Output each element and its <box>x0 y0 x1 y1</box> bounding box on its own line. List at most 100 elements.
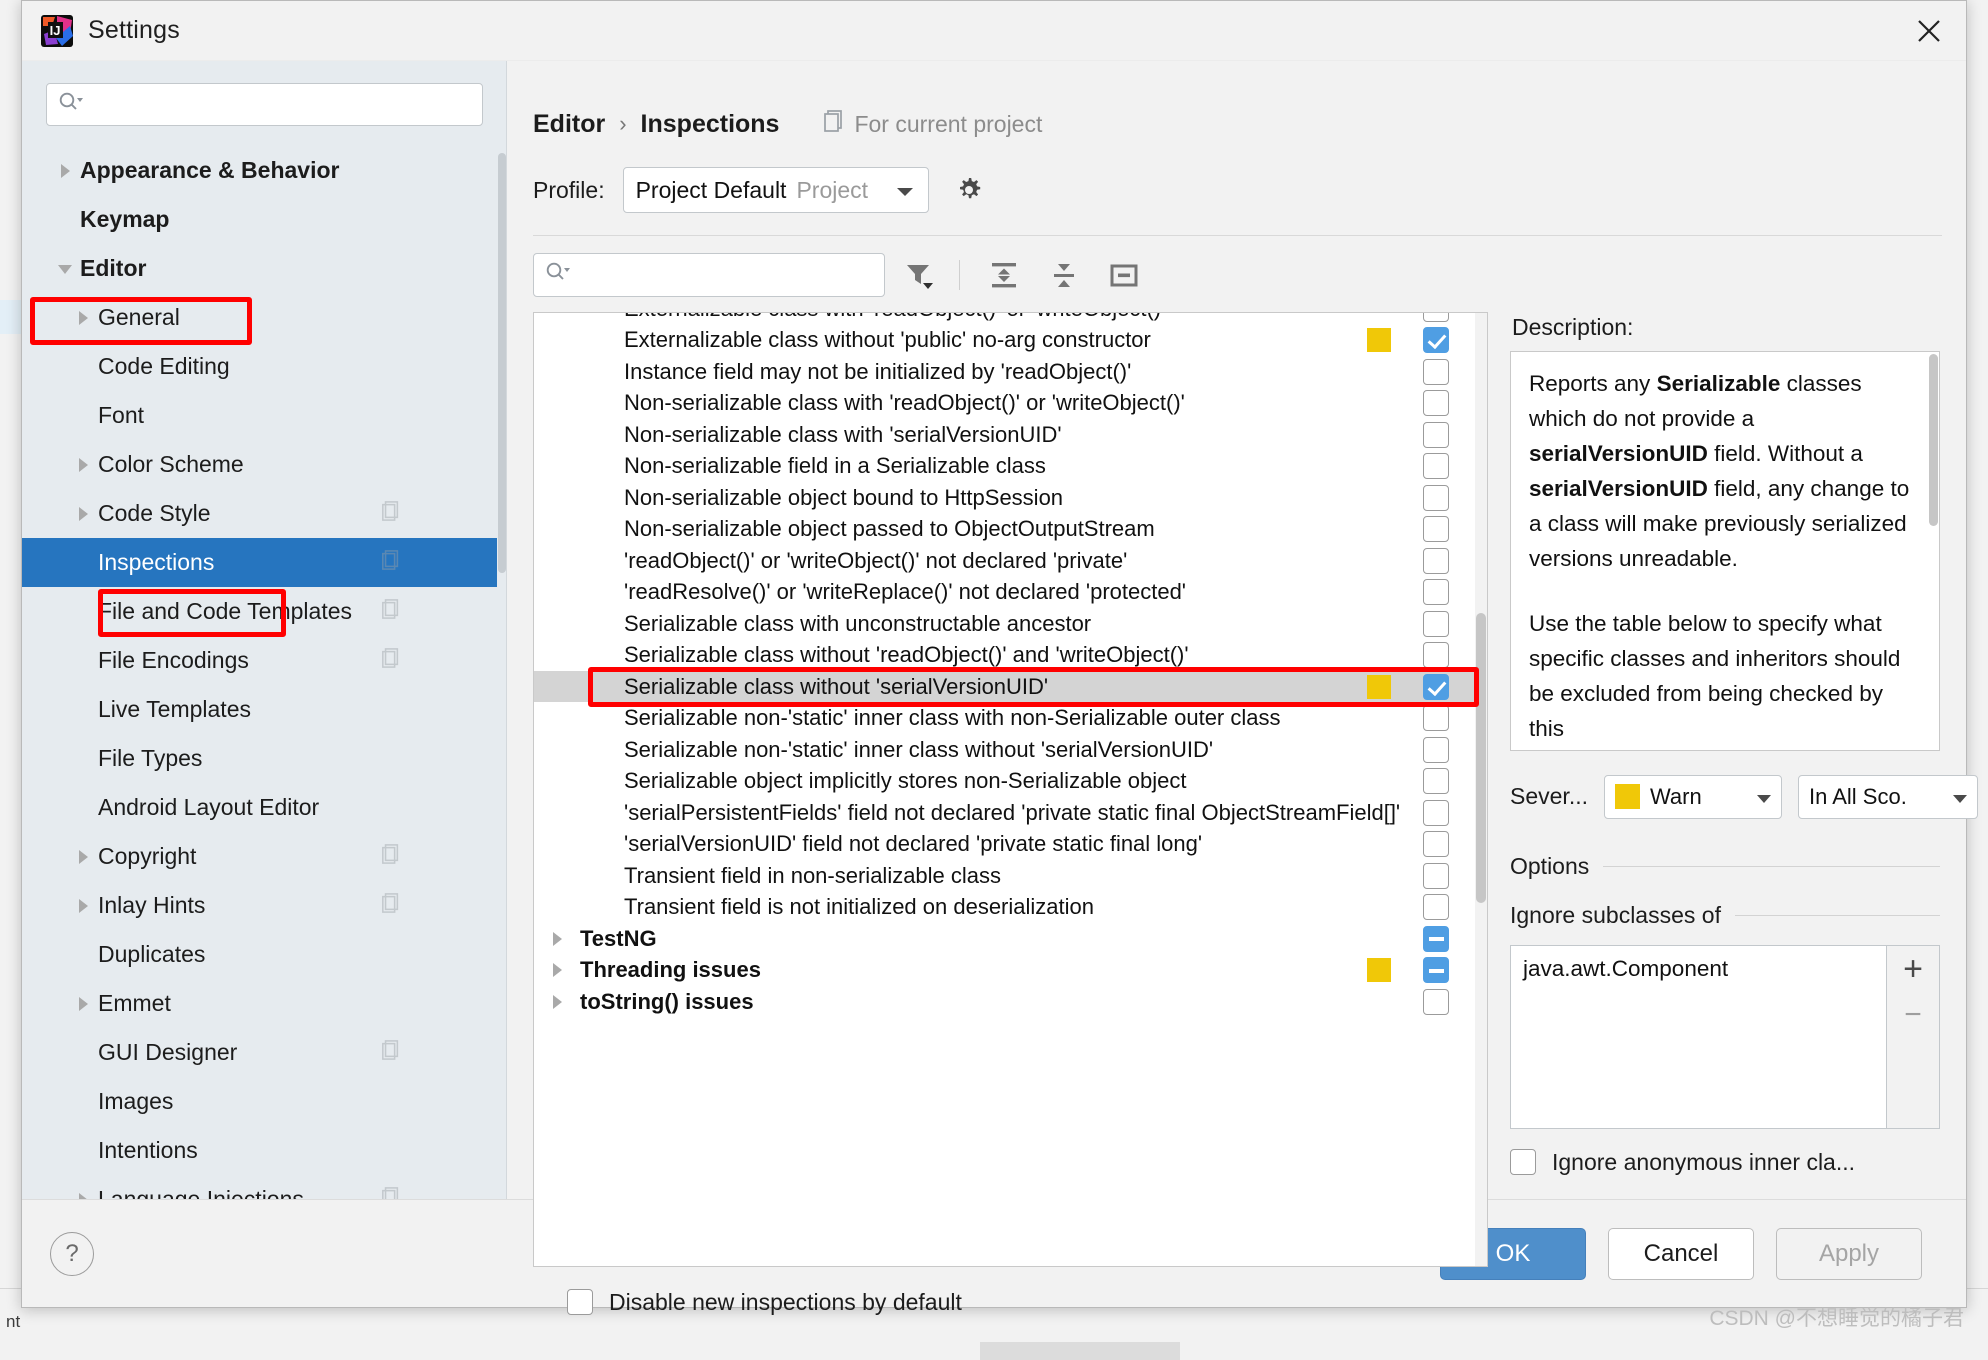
cancel-button[interactable]: Cancel <box>1608 1227 1754 1280</box>
inspection-checkbox[interactable] <box>1423 312 1449 322</box>
table-row[interactable]: 'readObject()' or 'writeObject()' not de… <box>534 545 1487 577</box>
inspections-search-input[interactable] <box>533 252 885 297</box>
sidebar-item-live-templates[interactable]: Live Templates <box>22 685 507 734</box>
table-row[interactable]: Threading issues <box>534 954 1487 986</box>
severity-select[interactable]: Warn <box>1603 774 1782 819</box>
list-scrollbar-track[interactable] <box>1475 312 1487 1266</box>
sidebar-item-duplicates[interactable]: Duplicates <box>22 930 507 979</box>
chevron-right-icon[interactable] <box>68 504 98 524</box>
sidebar-item-language-injections[interactable]: Language Injections <box>22 1175 507 1199</box>
chevron-right-icon[interactable] <box>68 455 98 475</box>
sidebar-item-editor[interactable]: Editor <box>22 244 507 293</box>
remove-button[interactable]: − <box>1904 999 1922 1029</box>
ignore-anonymous-checkbox[interactable] <box>1510 1149 1536 1176</box>
table-row[interactable]: toString() issues <box>534 986 1487 1018</box>
inspection-checkbox[interactable] <box>1423 358 1449 385</box>
scope-select[interactable]: In All Sco. <box>1797 774 1978 819</box>
table-row[interactable]: Non-serializable object passed to Object… <box>534 513 1487 545</box>
sidebar-item-appearance-behavior[interactable]: Appearance & Behavior <box>22 146 507 195</box>
inspection-checkbox[interactable] <box>1423 925 1449 952</box>
table-row[interactable]: Serializable non-'static' inner class wi… <box>534 734 1487 766</box>
inspection-checkbox[interactable] <box>1423 484 1449 511</box>
gear-icon[interactable] <box>947 168 991 212</box>
profile-select[interactable]: Project Default Project <box>622 167 929 213</box>
table-row[interactable]: Non-serializable class with 'serialVersi… <box>534 419 1487 451</box>
sidebar-item-keymap[interactable]: Keymap <box>22 195 507 244</box>
inspection-checkbox[interactable] <box>1423 705 1449 732</box>
sidebar-item-images[interactable]: Images <box>22 1077 507 1126</box>
sidebar-item-inlay-hints[interactable]: Inlay Hints <box>22 881 507 930</box>
collapse-all-icon[interactable] <box>1038 252 1090 298</box>
inspection-checkbox[interactable] <box>1423 421 1449 448</box>
add-button[interactable]: + <box>1903 952 1923 986</box>
sidebar-item-color-scheme[interactable]: Color Scheme <box>22 440 507 489</box>
sidebar-item-code-editing[interactable]: Code Editing <box>22 342 507 391</box>
chevron-right-icon[interactable] <box>68 896 98 916</box>
table-row[interactable]: Serializable class without 'serialVersio… <box>534 670 1487 703</box>
inspection-checkbox[interactable] <box>1423 516 1449 543</box>
sidebar-item-inspections[interactable]: Inspections <box>22 538 507 588</box>
table-row[interactable]: Non-serializable class with 'readObject(… <box>534 387 1487 419</box>
table-row[interactable]: Serializable non-'static' inner class wi… <box>534 702 1487 734</box>
table-row[interactable]: Serializable object implicitly stores no… <box>534 765 1487 797</box>
inspection-checkbox[interactable] <box>1423 736 1449 763</box>
sidebar-item-code-style[interactable]: Code Style <box>22 489 507 538</box>
sidebar-item-gui-designer[interactable]: GUI Designer <box>22 1028 507 1077</box>
minus-box-icon[interactable] <box>1098 252 1150 298</box>
list-item[interactable]: java.awt.Component <box>1523 956 1886 982</box>
table-row[interactable]: Transient field in non-serializable clas… <box>534 860 1487 892</box>
table-row-partial[interactable]: Externalizable class with 'readObject()'… <box>534 312 1487 325</box>
inspection-checkbox[interactable] <box>1423 894 1449 921</box>
chevron-right-icon[interactable] <box>534 992 580 1012</box>
chevron-right-icon[interactable] <box>50 161 80 181</box>
sidebar-item-font[interactable]: Font <box>22 391 507 440</box>
table-row[interactable]: Serializable class with unconstructable … <box>534 608 1487 640</box>
inspection-checkbox[interactable] <box>1423 799 1449 826</box>
sidebar-search-input[interactable] <box>46 83 483 127</box>
sidebar-item-file-and-code-templates[interactable]: File and Code Templates <box>22 587 507 636</box>
inspection-checkbox[interactable] <box>1423 831 1449 858</box>
table-row[interactable]: Externalizable class without 'public' no… <box>534 324 1487 356</box>
description-scrollbar-thumb[interactable] <box>1929 353 1938 526</box>
table-row[interactable]: Non-serializable object bound to HttpSes… <box>534 482 1487 514</box>
chevron-right-icon[interactable] <box>68 994 98 1014</box>
table-row[interactable]: 'serialVersionUID' field not declared 'p… <box>534 828 1487 860</box>
inspection-checkbox[interactable] <box>1423 547 1449 574</box>
chevron-right-icon[interactable] <box>68 308 98 328</box>
inspection-checkbox[interactable] <box>1423 673 1449 700</box>
description-scrollbar-track[interactable] <box>1928 351 1939 750</box>
chevron-down-icon[interactable] <box>50 259 80 279</box>
sidebar-item-file-encodings[interactable]: File Encodings <box>22 636 507 685</box>
expand-all-icon[interactable] <box>978 252 1030 298</box>
sidebar-item-intentions[interactable]: Intentions <box>22 1126 507 1175</box>
table-row[interactable]: Serializable class without 'readObject()… <box>534 639 1487 671</box>
sidebar-item-copyright[interactable]: Copyright <box>22 832 507 881</box>
inspection-checkbox[interactable] <box>1423 390 1449 417</box>
list-scrollbar-thumb[interactable] <box>1476 612 1486 903</box>
chevron-right-icon[interactable] <box>534 929 580 949</box>
table-row[interactable]: TestNG <box>534 923 1487 955</box>
sidebar-scrollbar-thumb[interactable] <box>498 153 506 573</box>
breadcrumb-parent[interactable]: Editor <box>533 110 605 139</box>
inspection-checkbox[interactable] <box>1423 957 1449 984</box>
table-row[interactable]: 'serialPersistentFields' field not decla… <box>534 797 1487 829</box>
filter-icon[interactable] <box>893 252 945 298</box>
sidebar-item-file-types[interactable]: File Types <box>22 734 507 783</box>
inspection-checkbox[interactable] <box>1423 327 1449 354</box>
inspection-checkbox[interactable] <box>1423 988 1449 1015</box>
close-icon[interactable] <box>1900 8 1958 54</box>
apply-button[interactable]: Apply <box>1776 1227 1922 1280</box>
inspection-checkbox[interactable] <box>1423 768 1449 795</box>
inspection-checkbox[interactable] <box>1423 642 1449 669</box>
table-row[interactable]: Transient field is not initialized on de… <box>534 891 1487 923</box>
chevron-right-icon[interactable] <box>68 1190 98 1199</box>
inspection-checkbox[interactable] <box>1423 610 1449 637</box>
sidebar-item-emmet[interactable]: Emmet <box>22 979 507 1028</box>
table-row[interactable]: 'readResolve()' or 'writeReplace()' not … <box>534 576 1487 608</box>
inspection-checkbox[interactable] <box>1423 862 1449 889</box>
help-icon[interactable]: ? <box>50 1231 94 1276</box>
sidebar-item-android-layout-editor[interactable]: Android Layout Editor <box>22 783 507 832</box>
inspection-checkbox[interactable] <box>1423 579 1449 606</box>
chevron-right-icon[interactable] <box>534 960 580 980</box>
table-row[interactable]: Non-serializable field in a Serializable… <box>534 450 1487 482</box>
